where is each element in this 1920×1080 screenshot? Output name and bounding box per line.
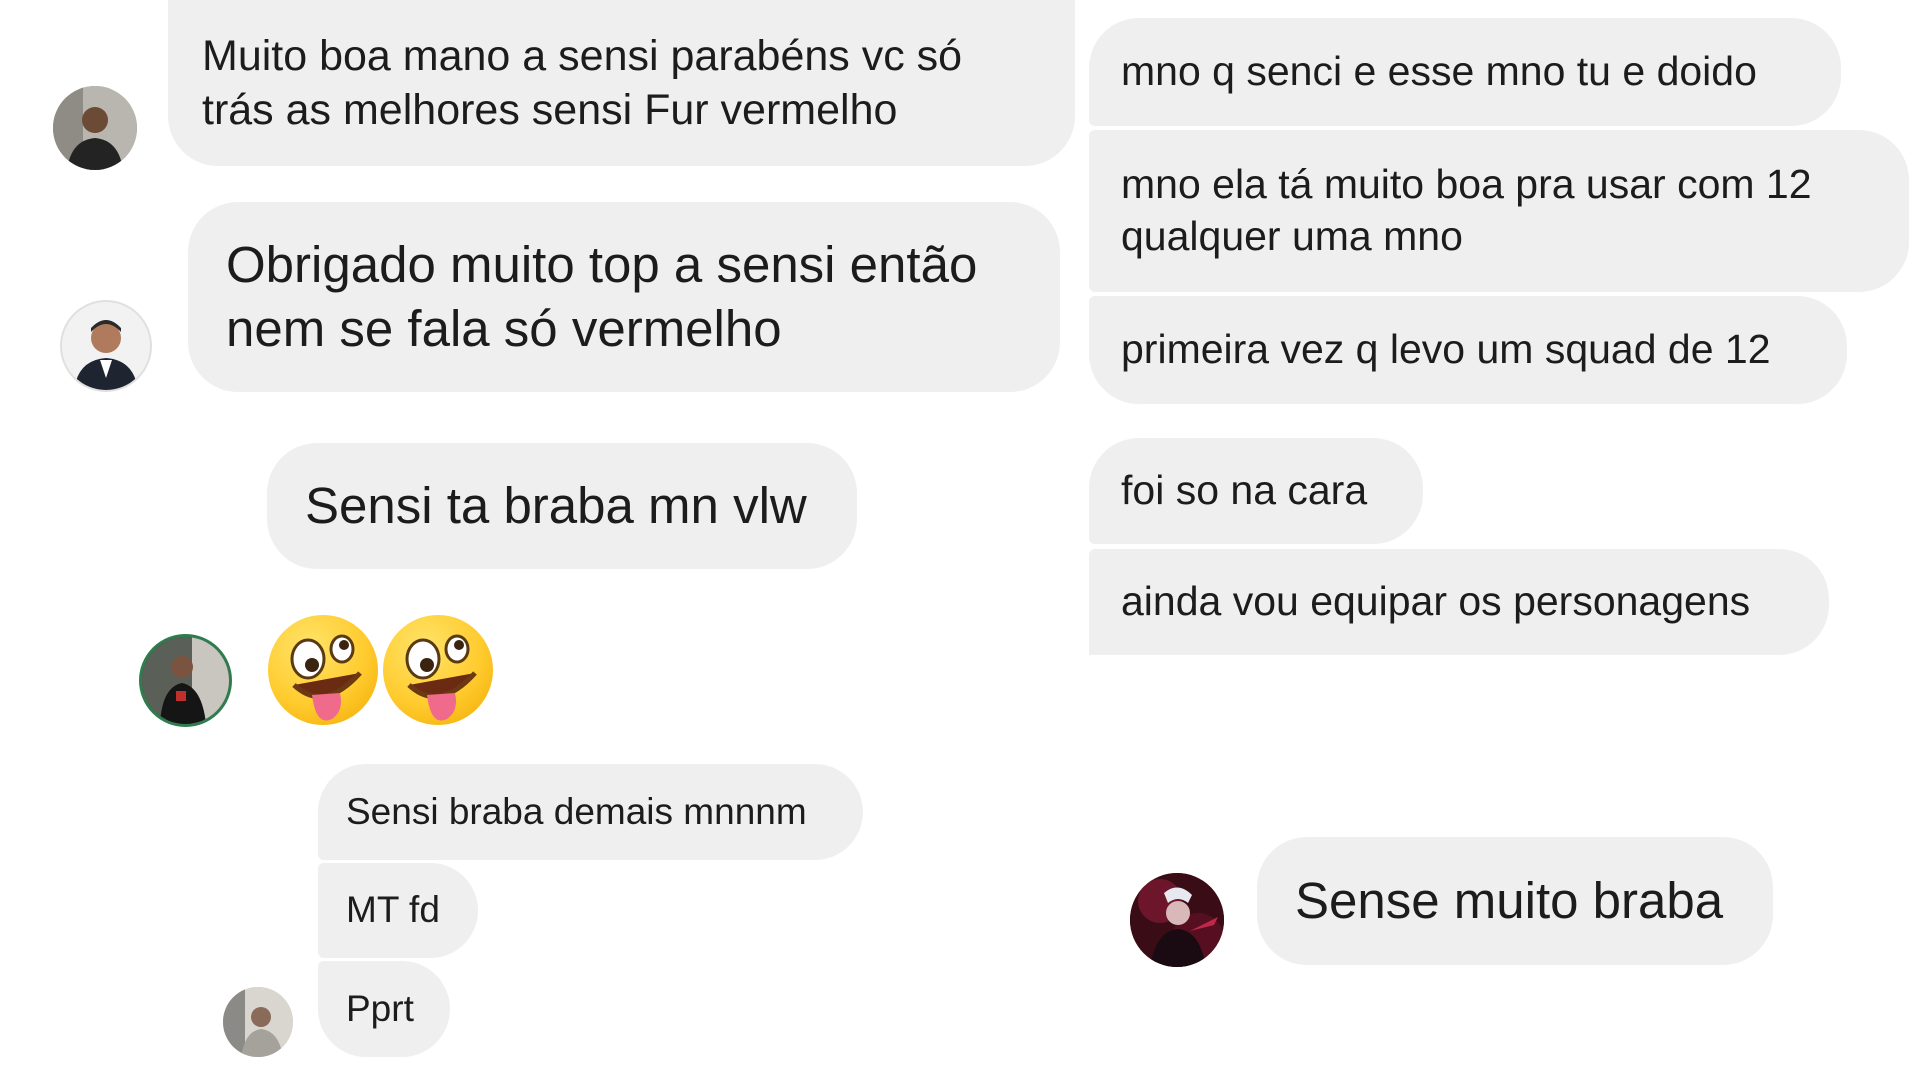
message-bubble[interactable]: Obrigado muito top a sensi então nem se … bbox=[188, 202, 1060, 392]
message-text: mno q senci e esse mno tu e doido bbox=[1121, 48, 1757, 95]
message-text: mno ela tá muito boa pra usar com 12 qua… bbox=[1121, 161, 1812, 259]
user-photo-icon bbox=[1130, 873, 1224, 967]
message-text: Sense muito braba bbox=[1295, 871, 1724, 929]
user-photo-icon bbox=[142, 637, 229, 724]
message-bubble[interactable]: ainda vou equipar os personagens bbox=[1089, 549, 1829, 655]
message-text: Sensi braba demais mnnnm bbox=[346, 790, 807, 832]
message-text: Obrigado muito top a sensi então nem se … bbox=[226, 235, 978, 357]
user-photo-icon bbox=[223, 987, 293, 1057]
user-photo-icon bbox=[62, 302, 150, 390]
avatar[interactable] bbox=[139, 634, 232, 727]
avatar[interactable] bbox=[1130, 873, 1224, 967]
message-bubble[interactable]: Muito boa mano a sensi parabéns vc só tr… bbox=[168, 0, 1075, 166]
message-text: Pprt bbox=[346, 987, 414, 1029]
message-text: primeira vez q levo um squad de 12 bbox=[1121, 326, 1771, 373]
message-bubble[interactable]: mno ela tá muito boa pra usar com 12 qua… bbox=[1089, 130, 1909, 292]
message-bubble[interactable]: Sense muito braba bbox=[1257, 837, 1773, 965]
message-bubble[interactable]: foi so na cara bbox=[1089, 438, 1423, 544]
message-bubble[interactable]: MT fd bbox=[318, 863, 478, 958]
message-bubble[interactable]: Pprt bbox=[318, 961, 450, 1057]
message-bubble[interactable]: Sensi braba demais mnnnm bbox=[318, 764, 863, 860]
user-photo-icon bbox=[53, 86, 137, 170]
message-bubble[interactable]: mno q senci e esse mno tu e doido bbox=[1089, 18, 1841, 126]
message-bubble[interactable]: Sensi ta braba mn vlw bbox=[267, 443, 857, 569]
avatar[interactable] bbox=[223, 987, 293, 1057]
message-text: MT fd bbox=[346, 889, 440, 931]
message-text: Sensi ta braba mn vlw bbox=[305, 476, 807, 534]
message-text: ainda vou equipar os personagens bbox=[1121, 578, 1751, 625]
message-bubble[interactable]: primeira vez q levo um squad de 12 bbox=[1089, 296, 1847, 404]
message-text: Muito boa mano a sensi parabéns vc só tr… bbox=[202, 31, 963, 134]
avatar[interactable] bbox=[60, 300, 152, 392]
message-text: foi so na cara bbox=[1121, 467, 1368, 514]
avatar[interactable] bbox=[53, 86, 137, 170]
zany-face-emoji bbox=[268, 615, 378, 725]
zany-face-emoji bbox=[383, 615, 493, 725]
